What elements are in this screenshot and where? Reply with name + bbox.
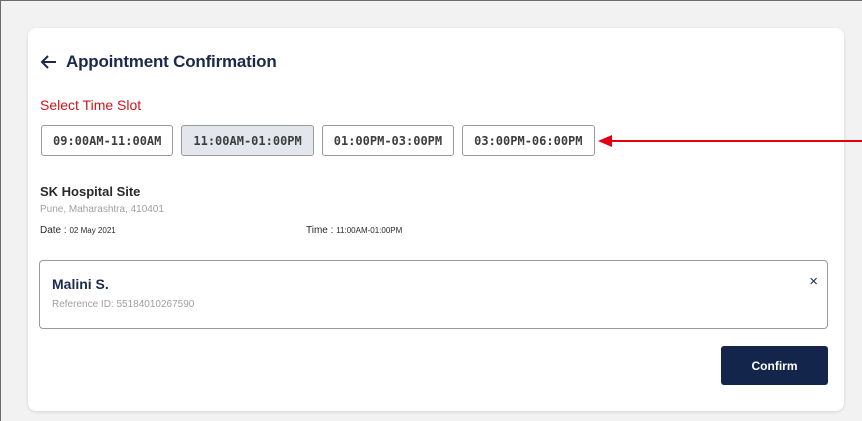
- site-name: SK Hospital Site: [40, 184, 141, 199]
- site-address: Pune, Maharashtra, 410401: [40, 204, 164, 215]
- time-value: 11:00AM-01:00PM: [336, 226, 403, 235]
- page-header: Appointment Confirmation: [40, 51, 277, 73]
- arrow-left-icon[interactable]: [40, 53, 58, 71]
- time-slot-button[interactable]: 01:00PM-03:00PM: [321, 125, 455, 156]
- appointment-time: Time : 11:00AM-01:00PM: [306, 225, 402, 236]
- confirm-button[interactable]: Confirm: [721, 346, 828, 385]
- time-label: Time :: [306, 225, 337, 236]
- appointment-date: Date : 02 May 2021: [40, 225, 116, 236]
- patient-card: Malini S. Reference ID: 55184010267590 ×: [39, 260, 828, 329]
- annotation-arrow: [598, 135, 862, 147]
- patient-name: Malini S.: [52, 276, 109, 292]
- patient-reference-id: Reference ID: 55184010267590: [52, 299, 195, 310]
- time-slot-group: 09:00AM-11:00AM 11:00AM-01:00PM 01:00PM-…: [41, 125, 595, 156]
- date-value: 02 May 2021: [69, 226, 116, 235]
- close-icon[interactable]: ×: [809, 274, 818, 289]
- select-time-slot-label: Select Time Slot: [40, 97, 142, 113]
- time-slot-button[interactable]: 03:00PM-06:00PM: [462, 125, 595, 156]
- date-label: Date :: [40, 225, 70, 236]
- time-slot-button[interactable]: 09:00AM-11:00AM: [41, 125, 174, 156]
- time-slot-button-selected[interactable]: 11:00AM-01:00PM: [181, 125, 314, 156]
- page-title: Appointment Confirmation: [66, 52, 277, 71]
